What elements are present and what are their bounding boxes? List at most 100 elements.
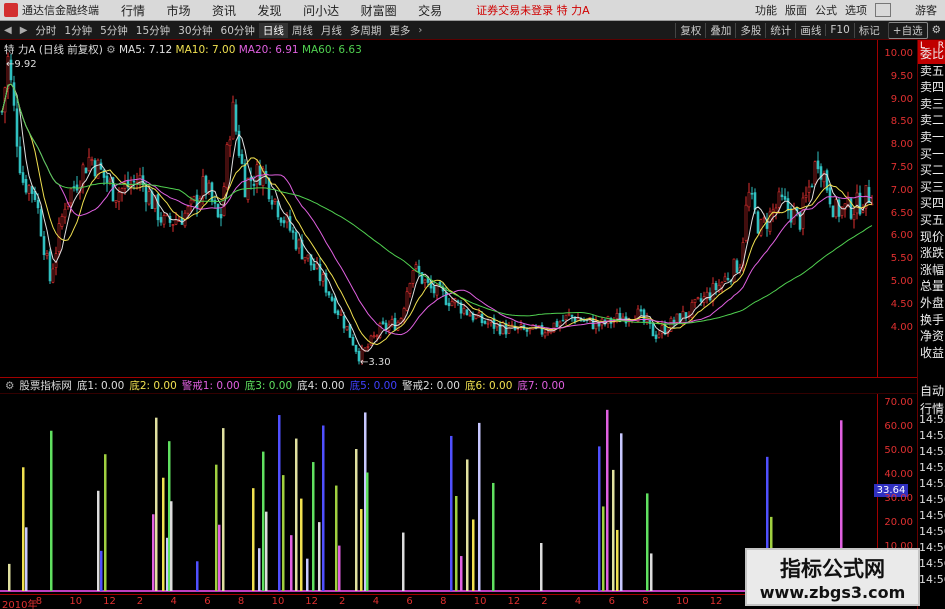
tab-weekly[interactable]: 周线 [288,23,317,38]
tab-multi-period[interactable]: 多周期 [346,23,386,38]
candle-body [711,283,715,302]
indicator-legend-item: 底6: 0.00 [464,380,513,392]
indicator-bar [460,556,463,591]
tool-overlay[interactable]: 叠加 [705,22,735,38]
side-panel-item[interactable]: 外盘 [920,295,944,311]
tool-f10[interactable]: F10 [825,24,853,36]
candle-body [759,219,763,236]
candle-body [762,217,766,220]
side-panel-item[interactable]: 收益 [920,345,944,361]
menu-item-trade[interactable]: 交易 [418,4,442,18]
tool-multi-stock[interactable]: 多股 [735,22,765,38]
menu-item-quotes[interactable]: 行情 [121,4,145,18]
side-panel-item[interactable]: 现价 [920,229,944,245]
add-watch-button[interactable]: +自选 [887,21,928,39]
side-panel-item[interactable]: 委比 [920,46,944,62]
tab-daily[interactable]: 日线 [258,22,288,38]
back-arrow-icon[interactable]: ◀ [4,25,12,36]
tool-adjust[interactable]: 复权 [675,22,705,38]
side-panel-item[interactable]: 净资 [920,328,944,344]
candle-body [726,278,730,280]
candle-body [780,194,784,198]
side-panel-item[interactable]: 卖二 [920,112,944,128]
candle-body [486,322,490,325]
tab-60min[interactable]: 60分钟 [217,23,259,38]
indicator-tick: 60.00 [884,421,913,432]
side-panel-item[interactable]: 买三 [920,179,944,195]
menu-item-layout[interactable]: 版面 [785,2,807,18]
side-panel-item[interactable]: 卖三 [920,96,944,112]
tab-30min[interactable]: 30分钟 [174,23,216,38]
indicator-bar [450,435,453,591]
price-axis: 10.00 9.50 9.00 8.50 8.00 7.50 7.00 6.50 6.00 5.5… [877,40,917,377]
menu-item-market[interactable]: 市场 [167,4,191,18]
tab-monthly[interactable]: 月线 [317,23,346,38]
menu-item-news[interactable]: 资讯 [212,4,236,18]
tool-mark[interactable]: 标记 [853,22,884,38]
indicator-bar [602,506,605,591]
tab-intraday[interactable]: 分时 [31,23,60,38]
side-panel-item[interactable]: 买四 [920,195,944,211]
side-panel-item[interactable]: 涨跌 [920,245,944,261]
price-tick: 8.50 [890,116,913,128]
title-bar: 通达信金融终端 行情 市场 资讯 发现 问小达 财富圈 交易 证券交易未登录 特… [0,0,945,21]
chevron-right-icon[interactable]: › [418,25,422,36]
side-panel-item[interactable]: 买五 [920,212,944,228]
indicator-legend-item: 底1: 0.00 [76,380,125,392]
candle-body [69,188,73,204]
candle-body [336,310,340,315]
side-panel-item[interactable]: 卖一 [920,129,944,145]
indicator-bar [25,527,28,591]
price-tick: 6.00 [890,230,913,242]
candle-body [105,175,109,183]
tool-statistics[interactable]: 统计 [765,22,795,38]
tool-draw[interactable]: 画线 [795,22,825,38]
tab-more[interactable]: 更多 [385,23,414,38]
gear-icon[interactable]: ⚙ [106,44,115,56]
forward-arrow-icon[interactable]: ▶ [20,25,28,36]
indicator-bar [492,482,495,591]
settings-icon[interactable]: ⚙ [928,24,945,36]
side-panel-item[interactable]: 自动 [920,383,944,399]
tab-15min[interactable]: 15分钟 [132,23,174,38]
tab-1min[interactable]: 1分钟 [60,23,96,38]
app-title: 通达信金融终端 [22,4,99,17]
indicator-bar [650,553,653,591]
menu-item-ask[interactable]: 问小达 [303,4,339,18]
candlestick-chart[interactable] [0,40,877,377]
candle-body [342,315,346,329]
chart-tools: 复权 叠加 多股 统计 画线 F10 标记 +自选 ⚙ [675,21,945,39]
menu-item-formula[interactable]: 公式 [815,2,837,18]
trade-notice[interactable]: 证券交易未登录 特 力A [476,2,590,18]
candle-body [21,172,25,183]
menu-item-wealth[interactable]: 财富圈 [361,4,397,18]
menu-item-function[interactable]: 功能 [755,2,777,18]
window-control-icon[interactable] [875,3,891,17]
candle-body [186,206,190,214]
indicator-legend-item: 底3: 0.00 [244,380,293,392]
side-panel-item[interactable]: 换手 [920,312,944,328]
candle-body [351,336,355,346]
side-panel-item[interactable]: 卖四 [920,79,944,95]
price-tick: 8.00 [890,139,913,151]
time-tick: 8 [35,596,43,607]
candle-body [36,199,40,209]
side-panel-item[interactable]: 买二 [920,162,944,178]
menu-item-options[interactable]: 选项 [845,2,867,18]
time-tick: 4 [170,596,177,607]
menu-item-discover[interactable]: 发现 [258,4,282,18]
tick-time: 14:55 [919,429,945,442]
guest-login[interactable]: 游客 [915,2,937,18]
side-panel-item[interactable]: 总量 [920,278,944,294]
main-menu: 行情 市场 资讯 发现 问小达 财富圈 交易 [121,2,460,19]
gear-icon[interactable]: ⚙ [5,380,14,392]
candle-body [39,209,43,237]
indicator-bar [318,522,321,591]
candle-body [474,315,478,319]
candle-body [174,219,178,225]
side-panel-item[interactable]: 买一 [920,146,944,162]
side-panel-item[interactable]: 涨幅 [920,262,944,278]
candle-body [816,160,820,170]
tab-5min[interactable]: 5分钟 [96,23,132,38]
side-panel-item[interactable]: 卖五 [920,63,944,79]
